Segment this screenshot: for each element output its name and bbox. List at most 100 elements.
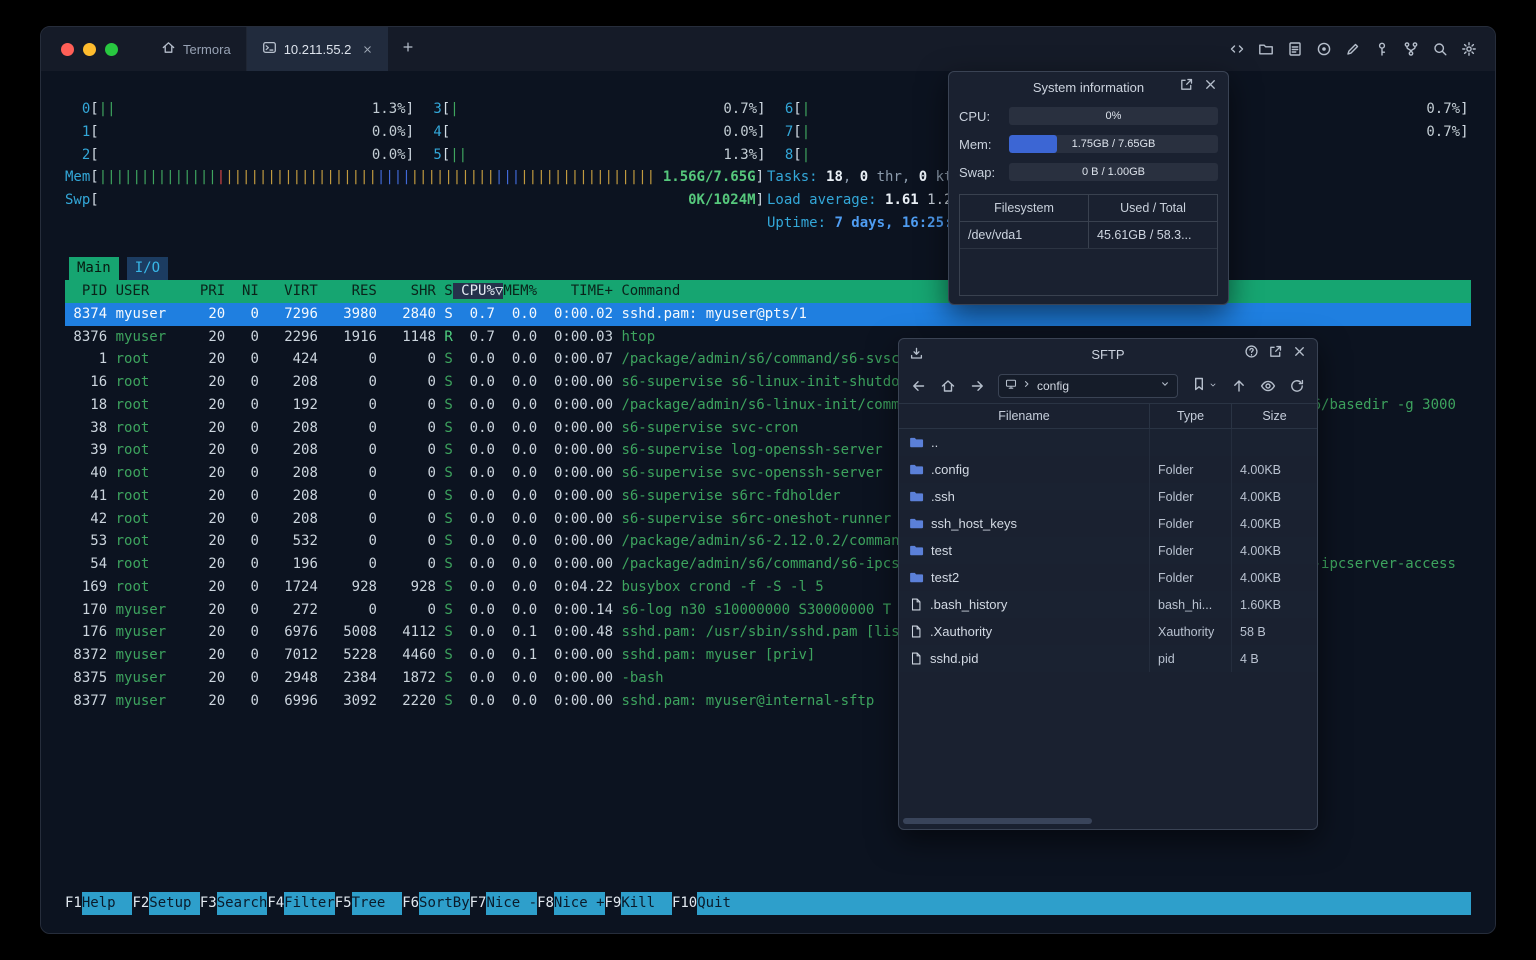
scrollbar-thumb[interactable] [903, 818, 1092, 824]
cpu-meter-0: 0[| | 1.3%] [81, 101, 414, 117]
column-used-total: Used / Total [1120, 201, 1186, 215]
sort-column-cpu[interactable]: CPU%▽ [452, 283, 504, 299]
bookmarks-button[interactable] [1191, 376, 1218, 397]
file-table-header: Filename Type Size [899, 403, 1317, 429]
process-row-8374[interactable]: 8374 myuser 20 0 7296 3980 2840 S 0.7 0.… [65, 302, 1471, 326]
cpu-usage-row: CPU: 0% [949, 102, 1228, 130]
file-row-.bash_history[interactable]: .bash_history bash_hi... 1.60KB [899, 591, 1317, 618]
fkey-f4[interactable]: F4 Filter [267, 892, 335, 915]
file-row-.ssh[interactable]: .ssh Folder 4.00KB [899, 483, 1317, 510]
new-tab-button[interactable] [388, 40, 428, 59]
htop-tab-i-o[interactable]: I/O [126, 257, 169, 280]
file-row-test2[interactable]: test2 Folder 4.00KB [899, 564, 1317, 591]
fkey-f6[interactable]: F6 SortBy [402, 892, 470, 915]
path-breadcrumb[interactable]: config [998, 374, 1178, 398]
fkey-f5[interactable]: F5 Tree [335, 892, 403, 915]
file-type: Folder [1150, 483, 1232, 510]
swap-usage-row: Swap: 0 B / 1.00GB [949, 158, 1228, 186]
cpu-meter-2: 2[0.0%] [81, 146, 414, 163]
branch-icon[interactable] [1403, 41, 1419, 57]
cpu-meter-3: 3[| 0.7%] [433, 101, 766, 117]
show-hidden-files-button[interactable] [1260, 378, 1276, 394]
close-icon[interactable] [1292, 344, 1307, 364]
computer-icon [1005, 377, 1017, 395]
file-name: ssh_host_keys [931, 516, 1017, 531]
record-icon[interactable] [1316, 41, 1332, 57]
tab-10-211-55-2[interactable]: 10.211.55.2 [246, 27, 389, 71]
folder-icon[interactable] [1258, 41, 1274, 57]
fkey-f9[interactable]: F9 Kill [605, 892, 672, 915]
titlebar: Termora 10.211.55.2 [41, 27, 1495, 71]
file-row-.config[interactable]: .config Folder 4.00KB [899, 456, 1317, 483]
folder-icon [909, 462, 924, 477]
file-type: pid [1150, 645, 1232, 672]
close-window-button[interactable] [61, 42, 74, 56]
minimize-window-button[interactable] [83, 42, 96, 56]
code-icon[interactable] [1229, 41, 1245, 57]
fkey-f8[interactable]: F8 Nice + [537, 892, 605, 915]
open-in-window-icon[interactable] [1268, 344, 1283, 364]
forward-button[interactable] [969, 378, 985, 394]
transfers-icon[interactable] [909, 346, 924, 361]
file-type [1150, 429, 1232, 456]
fkey-f7[interactable]: F7 Nice - [470, 892, 538, 915]
filesystem-table-header: Filesystem Used / Total [960, 195, 1217, 222]
system-information-panel: System information CPU: 0% Mem: 1.75GB /… [948, 71, 1229, 305]
zoom-window-button[interactable] [105, 42, 118, 56]
chevron-down-icon[interactable] [1159, 377, 1171, 395]
file-size: 4.00KB [1240, 489, 1282, 504]
file-row-sshd.pid[interactable]: sshd.pid pid 4 B [899, 645, 1317, 672]
search-icon[interactable] [1432, 41, 1448, 57]
folder-icon [909, 435, 924, 450]
filesystem-table: Filesystem Used / Total /dev/vda1 45.61G… [959, 194, 1218, 296]
home-button[interactable] [940, 378, 956, 394]
file-icon [909, 624, 923, 639]
swap-label: Swap: [959, 164, 996, 180]
plus-icon [401, 40, 415, 59]
file-size: 4.00KB [1240, 543, 1282, 558]
open-in-window-icon[interactable] [1179, 77, 1194, 97]
home-icon [161, 40, 176, 58]
close-icon[interactable] [1203, 77, 1218, 97]
bookmark-icon [1191, 376, 1207, 397]
column-type[interactable]: Type [1150, 404, 1232, 428]
refresh-button[interactable] [1289, 378, 1305, 394]
sftp-toolbar: config [899, 369, 1317, 403]
key-icon[interactable] [1374, 41, 1390, 57]
swap-usage-text: 0 B / 1.00GB [1082, 166, 1145, 178]
fkey-f1[interactable]: F1 Help [65, 892, 133, 915]
help-icon[interactable] [1244, 344, 1259, 364]
panel-titlebar: SFTP [899, 339, 1317, 369]
column-filename[interactable]: Filename [899, 404, 1150, 428]
fkey-f3[interactable]: F3 Search [200, 892, 268, 915]
file-list-icon[interactable] [1287, 41, 1303, 57]
mem-label: Mem: [959, 136, 992, 152]
parent-directory-button[interactable] [1231, 378, 1247, 394]
fkey-f2[interactable]: F2 Setup [132, 892, 200, 915]
filesystem-row[interactable]: /dev/vda1 45.61GB / 58.3... [960, 222, 1217, 249]
file-type: Folder [1150, 456, 1232, 483]
process-table-header[interactable]: PID USER PRI NI VIRT RES SHR S CPU%▽MEM%… [65, 280, 1471, 303]
fkey-f10[interactable]: F10 Quit [672, 892, 748, 915]
horizontal-scrollbar[interactable] [903, 818, 1313, 825]
file-name: .. [931, 435, 939, 450]
gear-icon[interactable] [1461, 41, 1477, 57]
mem-meter: Mem[|||||||||||||| | |||||||||||||||||| |||… [65, 169, 764, 186]
file-name: sshd.pid [930, 651, 979, 666]
column-size[interactable]: Size [1232, 404, 1317, 428]
chevron-right-icon [1021, 377, 1033, 395]
folder-icon [909, 516, 924, 531]
file-size [1232, 429, 1317, 456]
file-row-ssh_host_keys[interactable]: ssh_host_keys Folder 4.00KB [899, 510, 1317, 537]
tab-termora[interactable]: Termora [146, 27, 247, 71]
file-row-test[interactable]: test Folder 4.00KB [899, 537, 1317, 564]
tab-close-icon[interactable] [362, 44, 373, 55]
htop-tab-main[interactable]: Main [69, 257, 119, 280]
pencil-icon[interactable] [1345, 41, 1361, 57]
file-type: Folder [1150, 510, 1232, 537]
panel-title: System information [1032, 79, 1145, 95]
file-row-..[interactable]: .. [899, 429, 1317, 456]
file-type: Folder [1150, 564, 1232, 591]
file-row-.Xauthority[interactable]: .Xauthority Xauthority 58 B [899, 618, 1317, 645]
back-button[interactable] [911, 378, 927, 394]
